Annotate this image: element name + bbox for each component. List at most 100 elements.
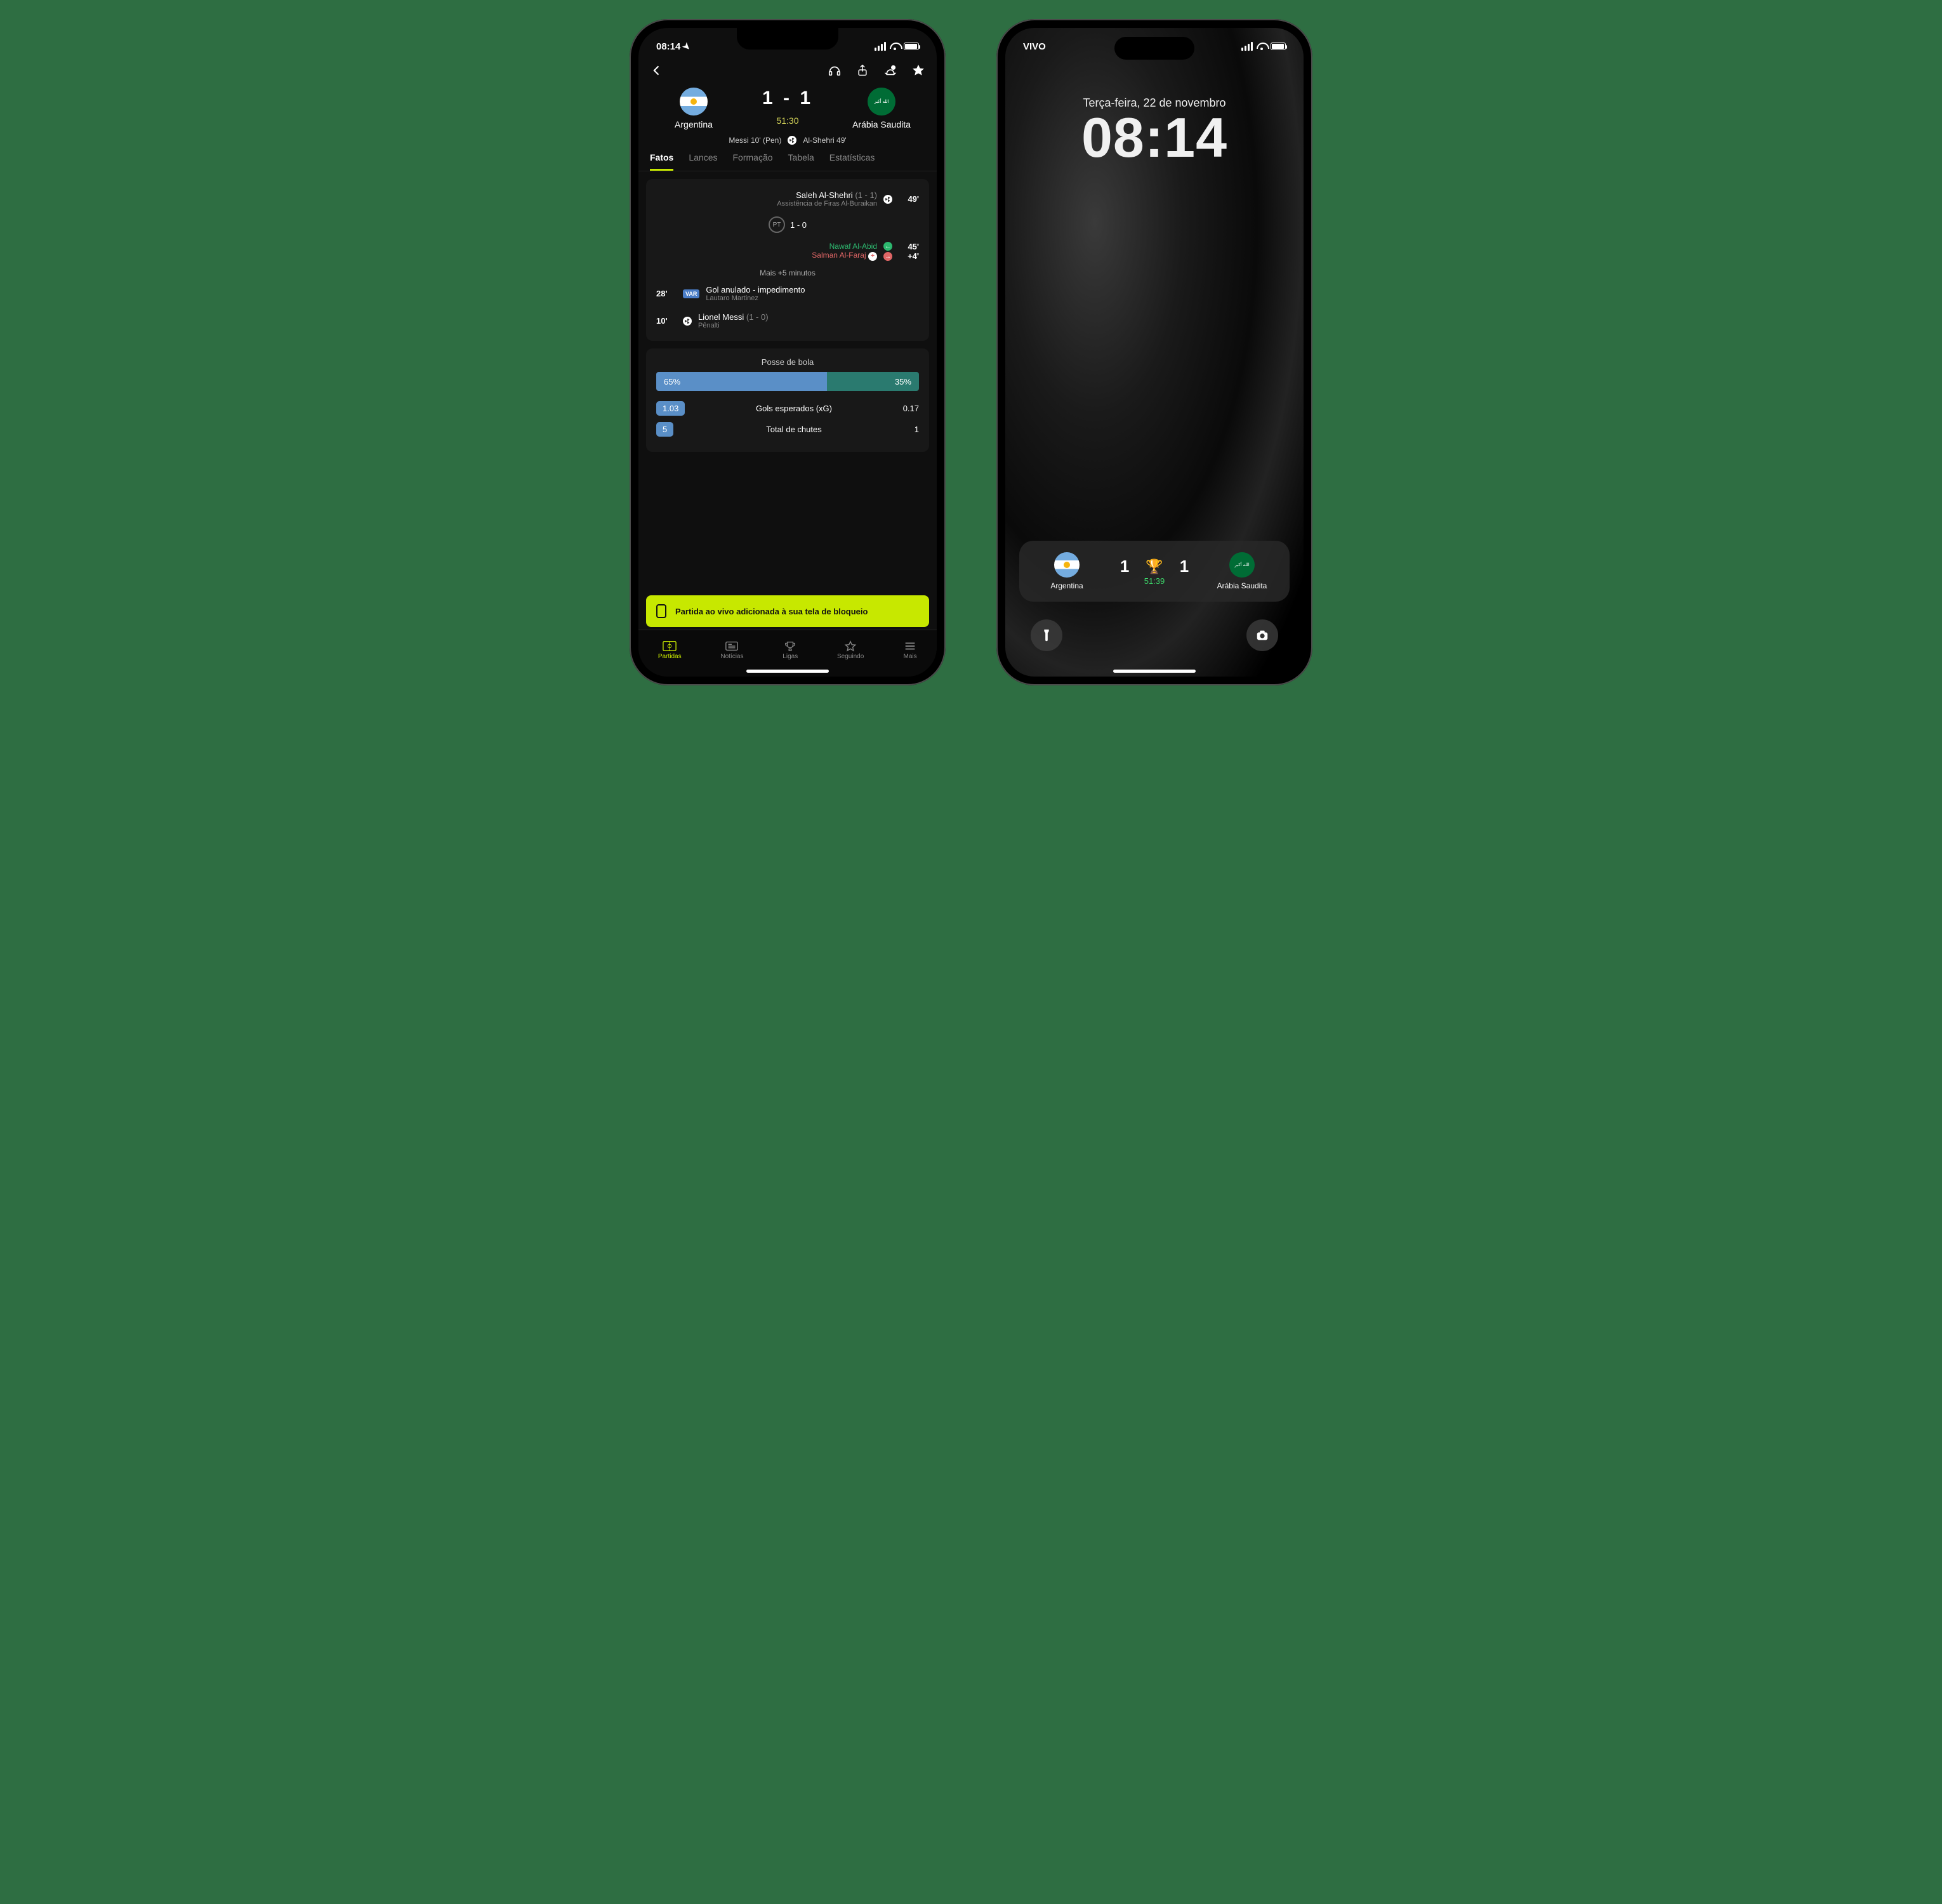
tab-lances[interactable]: Lances	[689, 152, 717, 171]
live-activity-toast[interactable]: Partida ao vivo adicionada à sua tela de…	[646, 595, 929, 627]
signal-icon	[875, 42, 886, 51]
share-icon[interactable]	[855, 63, 869, 77]
xg-away: 0.17	[903, 404, 919, 413]
away-goal-assist: Assistência de Firas Al-Buraikan	[777, 200, 877, 208]
status-time: 08:14	[656, 41, 680, 52]
sub-in-icon: ←	[883, 242, 892, 251]
widget-away-score: 1	[1180, 557, 1189, 576]
phone-right: VIVO Terça-feira, 22 de novembro 08:14 A…	[996, 19, 1312, 685]
battery-icon	[1271, 43, 1286, 50]
widget-clock: 51:39	[1120, 576, 1189, 586]
saudi-flag-icon: الله أكبر	[1229, 552, 1255, 578]
home-goal-player: Lionel Messi	[698, 312, 744, 322]
halftime-score: 1 - 0	[790, 220, 807, 230]
lock-screen: VIVO Terça-feira, 22 de novembro 08:14 A…	[1005, 28, 1304, 677]
var-player: Lautaro Martinez	[706, 294, 805, 302]
lock-time: 08:14	[1005, 110, 1304, 166]
lock-buttons	[1005, 619, 1304, 651]
wifi-icon	[1257, 43, 1267, 50]
sub-out-icon: →	[883, 252, 892, 261]
event-var[interactable]: 28' VAR Gol anulado - impedimento Lautar…	[656, 282, 919, 305]
extra-time: Mais +5 minutos	[656, 268, 919, 277]
phone-icon	[656, 604, 666, 618]
tab-ligas[interactable]: Ligas	[783, 640, 798, 660]
app-topbar: +	[638, 58, 937, 83]
home-scorer: Messi 10' (Pen)	[729, 136, 781, 145]
away-team-name: Arábia Saudita	[840, 119, 923, 129]
possession-home: 65%	[656, 372, 827, 391]
match-score: 1 - 1	[762, 88, 813, 109]
halftime-row: PT 1 - 0	[656, 216, 919, 233]
phone-left: 08:14 ➤ +	[630, 19, 946, 685]
tab-formacao[interactable]: Formação	[733, 152, 773, 171]
trophy-icon: 🏆	[1146, 559, 1163, 575]
possession-title: Posse de bola	[656, 357, 919, 367]
tab-seguindo[interactable]: Seguindo	[837, 640, 864, 660]
away-goal-min: 49'	[899, 194, 919, 204]
audio-icon[interactable]	[828, 63, 842, 77]
location-icon: ➤	[680, 40, 693, 53]
lock-content: Terça-feira, 22 de novembro 08:14	[1005, 58, 1304, 166]
var-title: Gol anulado - impedimento	[706, 285, 805, 294]
camera-button[interactable]	[1246, 619, 1278, 651]
home-team[interactable]: Argentina	[652, 88, 735, 129]
svg-text:+: +	[892, 67, 894, 70]
argentina-flag-icon	[680, 88, 708, 116]
tab-mais[interactable]: Mais	[903, 640, 917, 660]
stat-xg: 1.03 Gols esperados (xG) 0.17	[656, 401, 919, 416]
carrier-label: VIVO	[1023, 41, 1046, 52]
widget-home-team: Argentina	[1032, 552, 1102, 590]
possession-away: 35%	[827, 372, 919, 391]
event-away-goal[interactable]: Saleh Al-Shehri (1 - 1) Assistência de F…	[656, 188, 919, 210]
sub-out-player: Salman Al-Faraj	[812, 251, 866, 260]
match-tabs: Fatos Lances Formação Tabela Estatística…	[638, 147, 937, 171]
widget-home-score: 1	[1120, 557, 1129, 576]
tab-estatisticas[interactable]: Estatísticas	[829, 152, 875, 171]
shots-label: Total de chutes	[766, 425, 821, 434]
shots-away: 1	[915, 425, 919, 434]
var-min: 28'	[656, 289, 677, 298]
widget-away-team: الله أكبر Arábia Saudita	[1207, 552, 1277, 590]
scorers-row: Messi 10' (Pen) Al-Shehri 49'	[638, 136, 937, 145]
var-icon: VAR	[683, 289, 699, 298]
tab-partidas[interactable]: Partidas	[658, 640, 682, 660]
away-team[interactable]: الله أكبر Arábia Saudita	[840, 88, 923, 129]
tab-fatos[interactable]: Fatos	[650, 152, 673, 171]
sub-in-min: 45'	[899, 242, 919, 251]
ball-icon	[683, 317, 692, 326]
possession-bar: 65% 35%	[656, 372, 919, 391]
tab-tabela[interactable]: Tabela	[788, 152, 814, 171]
halftime-badge: PT	[769, 216, 785, 233]
stats-card: Posse de bola 65% 35% 1.03 Gols esperado…	[646, 348, 929, 452]
notification-icon[interactable]: +	[883, 63, 897, 77]
favorite-star-icon[interactable]	[911, 63, 925, 77]
shots-home: 5	[656, 422, 673, 437]
saudi-flag-icon: الله أكبر	[868, 88, 895, 116]
ball-icon	[788, 136, 796, 145]
home-goal-min: 10'	[656, 316, 677, 326]
stat-shots: 5 Total de chutes 1	[656, 422, 919, 437]
ball-icon	[883, 195, 892, 204]
event-substitution[interactable]: Nawaf Al-Abid Salman Al-Faraj + ← → 45' …	[656, 239, 919, 263]
widget-away-name: Arábia Saudita	[1207, 581, 1277, 590]
away-goal-player: Saleh Al-Shehri	[796, 190, 853, 200]
argentina-flag-icon	[1054, 552, 1080, 578]
tab-noticias[interactable]: Notícias	[720, 640, 743, 660]
event-home-goal[interactable]: 10' Lionel Messi (1 - 0) Pênalti	[656, 310, 919, 332]
home-indicator[interactable]	[1113, 670, 1196, 673]
live-activity-widget[interactable]: Argentina 1 🏆 1 51:39 الله أكبر Arábia S…	[1019, 541, 1290, 602]
home-goal-type: Pênalti	[698, 322, 769, 329]
wifi-icon	[890, 43, 900, 50]
dynamic-island	[1114, 37, 1194, 60]
back-button[interactable]	[650, 63, 664, 77]
away-scorer: Al-Shehri 49'	[803, 136, 846, 145]
battery-icon	[904, 43, 919, 50]
scoreboard: Argentina 1 - 1 51:30 الله أكبر Arábia S…	[638, 83, 937, 129]
events-card: Saleh Al-Shehri (1 - 1) Assistência de F…	[646, 179, 929, 341]
notch	[737, 28, 838, 50]
widget-home-name: Argentina	[1032, 581, 1102, 590]
toast-text: Partida ao vivo adicionada à sua tela de…	[675, 607, 868, 616]
home-indicator[interactable]	[746, 670, 829, 673]
sub-in-player: Nawaf Al-Abid	[812, 242, 877, 251]
flashlight-button[interactable]	[1031, 619, 1062, 651]
